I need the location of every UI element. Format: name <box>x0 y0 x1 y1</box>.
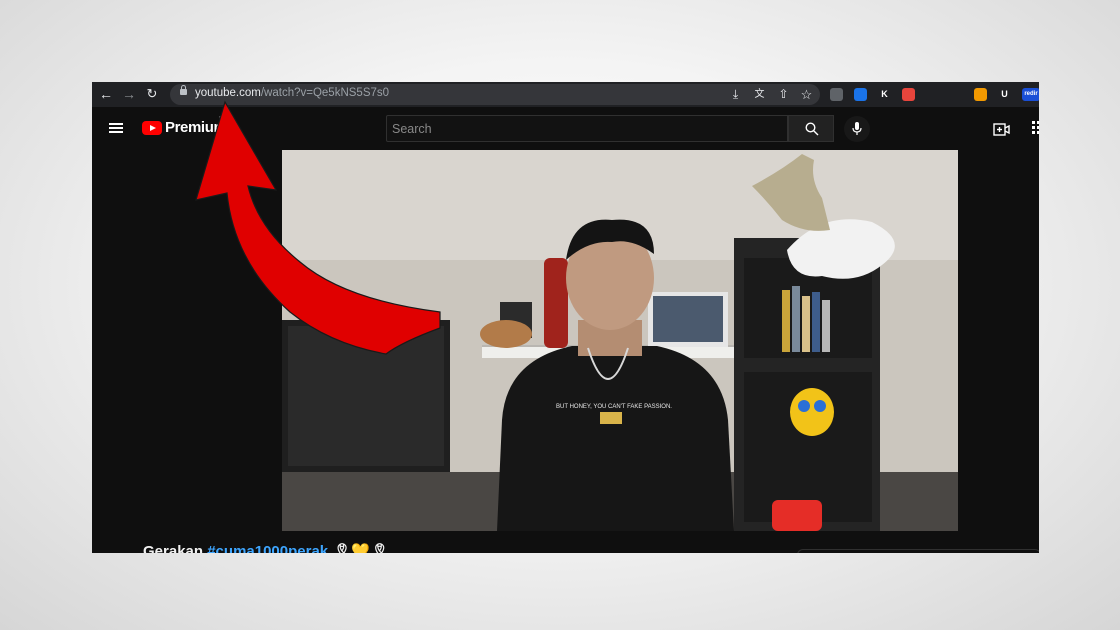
share-icon[interactable]: ⇧ <box>776 87 791 102</box>
youtube-logo-icon[interactable] <box>142 121 162 135</box>
tv-screen <box>282 320 450 472</box>
bar-ext-icon[interactable] <box>854 88 867 101</box>
install-app-icon[interactable]: ⤓ <box>728 87 743 102</box>
menu-icon[interactable] <box>109 123 123 134</box>
search-box[interactable] <box>386 115 788 142</box>
lock-icon <box>180 85 187 95</box>
title-emoji: 🎗💛🎗 <box>328 543 390 553</box>
search-input[interactable] <box>387 116 787 141</box>
url-text: youtube.com/watch?v=Qe5kNS5S7s0 <box>195 87 389 99</box>
reload-icon[interactable]: ↻ <box>143 85 161 103</box>
microphone-icon <box>852 122 862 135</box>
video-frame: BUT HONEY, YOU CAN'T FAKE PASSION. <box>282 150 958 531</box>
hashtag-link[interactable]: #cuma1000perak <box>207 543 328 553</box>
chart-ext-icon[interactable] <box>974 88 987 101</box>
redir-ext-icon[interactable]: redir <box>1022 88 1039 101</box>
search-button[interactable] <box>788 115 834 142</box>
url-path: /watch?v=Qe5kNS5S7s0 <box>260 87 390 99</box>
address-bar[interactable]: youtube.com/watch?v=Qe5kNS5S7s0 <box>170 84 820 105</box>
ring-ext-icon[interactable] <box>950 88 963 101</box>
back-arrow-icon[interactable]: ← <box>97 85 115 103</box>
browser-toolbar: ← → ↻ youtube.com/watch?v=Qe5kNS5S7s0 ⤓ … <box>92 82 1039 107</box>
k-ext-icon[interactable]: K <box>878 88 891 101</box>
translate-icon[interactable]: 文 <box>752 87 767 102</box>
url-host: youtube.com <box>195 87 261 99</box>
side-panel-edge <box>797 549 1039 553</box>
brand-country: ID <box>219 116 226 123</box>
cursor-ext-icon[interactable] <box>926 88 939 101</box>
bookshelf <box>734 238 880 531</box>
browser-window: ← → ↻ youtube.com/watch?v=Qe5kNS5S7s0 ⤓ … <box>92 82 1039 553</box>
video-player[interactable]: BUT HONEY, YOU CAN'T FAKE PASSION. <box>282 150 958 531</box>
apps-grid-icon[interactable] <box>1032 121 1039 135</box>
create-video-icon[interactable] <box>993 121 1010 138</box>
title-prefix: Gerakan <box>143 543 208 553</box>
u-ext-icon[interactable]: U <box>998 88 1011 101</box>
gift-ext-icon[interactable] <box>902 88 915 101</box>
voice-search-button[interactable] <box>844 116 870 142</box>
bookmark-star-icon[interactable]: ☆ <box>799 87 814 102</box>
brand-label[interactable]: Premium <box>165 119 227 136</box>
video-info: Gerakan #cuma1000perak 🎗💛🎗 <box>92 531 1039 553</box>
camera-ext-icon[interactable] <box>830 88 843 101</box>
youtube-header: Premium ID <box>92 107 1039 150</box>
search-icon <box>805 122 819 136</box>
forward-arrow-icon[interactable]: → <box>120 85 138 103</box>
video-title: Gerakan #cuma1000perak 🎗💛🎗 <box>143 542 389 553</box>
shirt-text: BUT HONEY, YOU CAN'T FAKE PASSION. <box>556 404 672 410</box>
